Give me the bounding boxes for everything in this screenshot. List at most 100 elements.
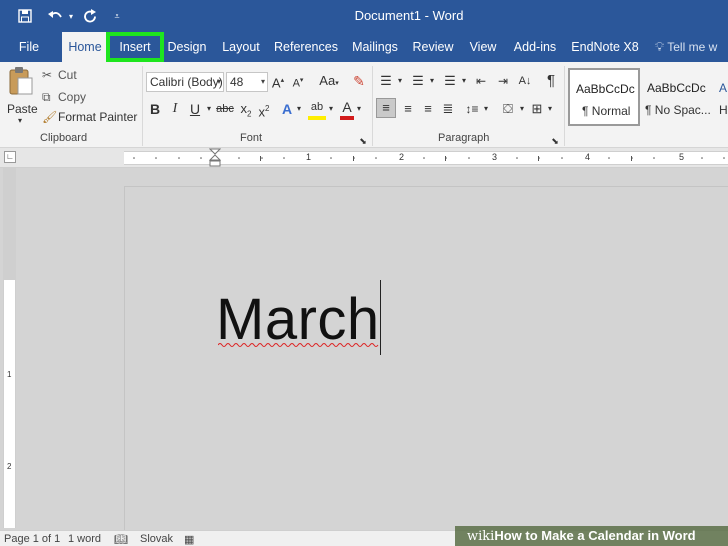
tab-design[interactable]: Design — [166, 32, 208, 62]
tab-home[interactable]: Home — [62, 32, 108, 63]
copy-button[interactable]: ⧉ Copy — [42, 90, 102, 106]
tab-mailings[interactable]: Mailings — [350, 32, 400, 62]
chevron-down-icon[interactable]: ▾ — [396, 72, 404, 90]
separator — [142, 66, 143, 146]
lightbulb-icon: 💡︎ — [655, 39, 665, 54]
style-heading-name: H — [719, 103, 728, 117]
window-title: Document1 - Word — [354, 8, 464, 23]
title-bar: ▾ ⩡ Document1 - Word — [0, 0, 728, 32]
decrease-indent-icon[interactable]: ⇤ — [472, 72, 490, 90]
shading-icon[interactable]: ⛋ — [498, 100, 518, 118]
document-page[interactable] — [124, 186, 728, 530]
chevron-down-icon[interactable]: ▾ — [518, 100, 526, 118]
change-case-icon[interactable]: Aa▾ — [316, 72, 342, 93]
bold-icon[interactable]: B — [148, 100, 162, 118]
ruler-label: 2 — [399, 152, 405, 162]
shrink-font-icon[interactable]: A▾ — [290, 72, 306, 93]
strikethrough-icon[interactable]: abc — [214, 100, 236, 118]
grow-font-icon[interactable]: A▴ — [270, 72, 286, 92]
watermark-wiki: wiki — [467, 529, 495, 544]
ruler-label: 5 — [679, 152, 685, 162]
show-formatting-icon[interactable]: ¶ — [542, 72, 560, 90]
font-group-label: Font — [240, 132, 263, 144]
chevron-down-icon: ▾ — [216, 77, 221, 86]
bullets-icon[interactable]: ☰ — [376, 72, 396, 90]
align-left-icon[interactable]: ≡ — [376, 98, 396, 118]
proofing-icon[interactable]: 📖︎ — [114, 533, 128, 546]
style-normal-sample: AaBbCcDc — [576, 82, 635, 96]
style-no-spacing-name: ¶ No Spac... — [645, 103, 711, 117]
word-count[interactable]: 1 word — [68, 533, 101, 545]
numbering-icon[interactable]: ☰ — [408, 72, 428, 90]
text-effects-icon[interactable]: A — [280, 100, 294, 118]
chevron-down-icon[interactable]: ▾ — [460, 72, 468, 90]
line-spacing-icon[interactable]: ↕≡ — [462, 100, 482, 118]
language[interactable]: Slovak — [140, 533, 173, 545]
wikihow-watermark: wikiHow to Make a Calendar in Word — [455, 526, 728, 546]
paste-dropdown-icon: ▾ — [18, 116, 23, 125]
chevron-down-icon[interactable]: ▾ — [294, 100, 304, 118]
tell-me-label: Tell me w — [667, 40, 718, 54]
style-normal-name: ¶ Normal — [582, 104, 631, 118]
multilevel-list-icon[interactable]: ☰ — [440, 72, 460, 90]
chevron-down-icon[interactable]: ▾ — [428, 72, 436, 90]
tab-insert[interactable]: Insert — [106, 32, 164, 62]
separator — [564, 66, 565, 146]
underline-icon[interactable]: U — [188, 100, 202, 118]
chevron-down-icon[interactable]: ▾ — [204, 100, 214, 118]
ribbon-tabs: File Home Insert Design Layout Reference… — [0, 32, 728, 63]
paste-icon — [9, 67, 33, 95]
superscript-icon[interactable]: x2 — [256, 100, 272, 121]
align-right-icon[interactable]: ≡ — [418, 100, 438, 118]
tab-references[interactable]: References — [274, 32, 338, 62]
page-count[interactable]: Page 1 of 1 — [4, 533, 60, 545]
paste-button[interactable]: Paste ▾ — [4, 66, 38, 126]
format-painter-label: Format Painter — [58, 110, 138, 124]
chevron-down-icon[interactable]: ▾ — [482, 100, 490, 118]
tab-endnote[interactable]: EndNote X8 — [570, 32, 640, 62]
chevron-down-icon[interactable]: ▾ — [326, 100, 336, 118]
tab-view[interactable]: View — [466, 32, 500, 62]
copy-label: Copy — [58, 90, 87, 104]
subscript-icon[interactable]: x2 — [238, 100, 254, 124]
ruler-label: 1 — [306, 152, 312, 162]
paragraph-group-label: Paragraph — [438, 132, 490, 144]
increase-indent-icon[interactable]: ⇥ — [494, 72, 512, 90]
tab-addins[interactable]: Add-ins — [510, 32, 560, 62]
align-center-icon[interactable]: ≡ — [398, 100, 418, 118]
sort-icon[interactable]: A↓ — [516, 72, 534, 90]
italic-icon[interactable]: I — [168, 100, 182, 118]
tab-selector-icon[interactable]: ∟ — [4, 151, 16, 163]
style-normal[interactable]: AaBbCcDc ¶ Normal — [568, 68, 640, 126]
font-color-icon[interactable]: A — [340, 98, 354, 120]
tab-review[interactable]: Review — [412, 32, 454, 62]
chevron-down-icon[interactable]: ▾ — [354, 100, 364, 118]
clear-formatting-icon[interactable]: ✎ — [350, 72, 368, 90]
clipboard-group-label: Clipboard — [40, 132, 88, 144]
ruler-label: 3 — [492, 152, 498, 162]
separator — [372, 66, 373, 146]
borders-icon[interactable]: ⊞ — [528, 100, 546, 118]
font-name-value: Calibri (Body) — [150, 75, 223, 89]
style-no-spacing[interactable]: AaBbCcDc ¶ No Spac... — [640, 68, 712, 126]
cut-button[interactable]: ✂ Cut — [42, 68, 102, 84]
format-painter-button[interactable]: 🖌︎ Format Painter — [42, 110, 142, 126]
style-no-spacing-sample: AaBbCcDc — [647, 81, 706, 95]
highlight-color-icon[interactable]: ab — [308, 98, 326, 120]
indent-marker-icon[interactable] — [209, 148, 221, 168]
font-name-combo[interactable]: Calibri (Body) ▾ — [146, 72, 224, 92]
font-size-value: 48 — [230, 75, 244, 89]
chevron-down-icon[interactable]: ▾ — [546, 100, 554, 118]
font-size-combo[interactable]: 48 ▾ — [226, 72, 268, 92]
copy-icon: ⧉ — [42, 90, 51, 104]
ribbon: Paste ▾ ✂ Cut ⧉ Copy 🖌︎ Format Painter C… — [0, 62, 728, 148]
spelling-squiggle — [218, 343, 379, 347]
tell-me-box[interactable]: 💡︎ Tell me w — [655, 32, 717, 62]
paste-label: Paste — [7, 102, 38, 116]
tab-layout[interactable]: Layout — [220, 32, 262, 62]
macro-icon[interactable]: ▦ — [184, 533, 194, 546]
justify-icon[interactable]: ≣ — [438, 100, 458, 118]
cut-label: Cut — [58, 68, 77, 82]
style-heading[interactable]: A H — [712, 68, 728, 126]
tab-file[interactable]: File — [12, 32, 46, 62]
